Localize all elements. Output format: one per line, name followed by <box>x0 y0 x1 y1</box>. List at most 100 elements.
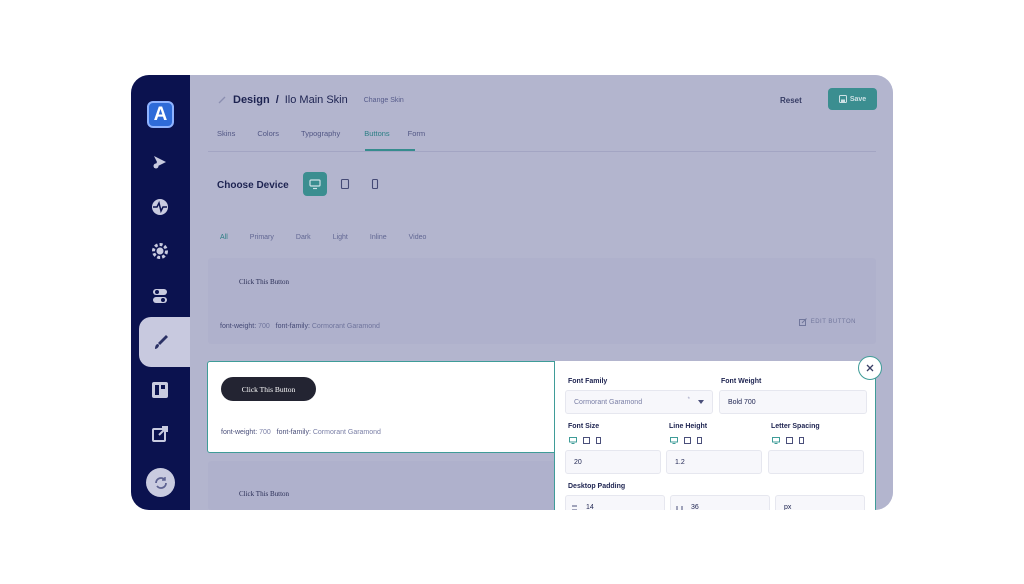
desktop-icon <box>309 179 321 190</box>
close-icon <box>866 364 874 372</box>
line-height-label: Line Height <box>669 423 708 430</box>
tab-buttons[interactable]: Buttons <box>364 129 389 138</box>
padding-vertical-value: 14 <box>586 503 594 511</box>
tab-colors[interactable]: Colors <box>257 129 279 138</box>
font-size-value: 20 <box>574 458 582 466</box>
meta-family-label: font-family: <box>275 323 310 330</box>
device-desktop-button[interactable] <box>303 172 327 196</box>
sidebar-item-toggles[interactable] <box>145 281 175 311</box>
filter-primary[interactable]: Primary <box>250 234 274 241</box>
desktop-padding-label: Desktop Padding <box>568 483 626 490</box>
font-size-input[interactable]: 20 <box>565 450 661 474</box>
button-meta: font-weight: 700 font-family: Cormorant … <box>221 429 381 436</box>
meta-family-value: Cormorant Garamond <box>311 323 380 330</box>
mobile-icon[interactable] <box>799 437 804 444</box>
pulse-icon <box>152 199 168 215</box>
sidebar-item-refresh[interactable] <box>146 468 175 497</box>
sidebar-item-design[interactable] <box>146 327 176 357</box>
sidebar-item-settings[interactable] <box>145 236 175 266</box>
vertical-padding-icon <box>572 505 577 510</box>
button-card[interactable]: Click This Button font-weight: 700 font-… <box>208 258 876 344</box>
font-size-device-toggle <box>569 437 601 444</box>
filter-video[interactable]: Video <box>409 234 427 241</box>
sidebar: A <box>131 75 191 510</box>
meta-family-value: Cormorant Garamond <box>312 429 381 436</box>
refresh-icon <box>154 476 167 489</box>
meta-family-label: font-family: <box>276 429 311 436</box>
tab-form[interactable]: Form <box>408 129 426 138</box>
close-panel-button[interactable] <box>858 356 882 380</box>
font-weight-select[interactable]: Bold 700 <box>719 390 867 414</box>
font-family-label: Font Family <box>568 378 608 385</box>
breadcrumb-separator: / <box>275 94 279 106</box>
letter-spacing-input[interactable] <box>768 450 864 474</box>
layout-icon <box>152 382 168 398</box>
button-meta: font-weight: 700 font-family: Cormorant … <box>220 323 380 330</box>
breadcrumb-design[interactable]: Design <box>233 94 270 106</box>
edit-label: EDIT BUTTON <box>810 319 856 325</box>
desktop-icon[interactable] <box>569 437 577 444</box>
sidebar-item-export[interactable] <box>145 419 175 449</box>
button-preview-dark[interactable]: Click This Button <box>221 377 316 401</box>
pencil-icon <box>218 96 226 104</box>
tablet-icon[interactable] <box>684 437 691 444</box>
font-family-value: Cormorant Garamond <box>574 398 643 406</box>
filter-light[interactable]: Light <box>333 234 348 241</box>
padding-unit-select[interactable]: px <box>775 495 865 510</box>
meta-weight-value: 700 <box>259 429 271 436</box>
reset-button[interactable]: Reset <box>780 96 802 105</box>
desktop-icon[interactable] <box>772 437 780 444</box>
button-preview[interactable]: Click This Button <box>239 490 289 498</box>
button-preview[interactable]: Click This Button <box>239 278 289 286</box>
device-tablet-button[interactable] <box>333 172 357 196</box>
device-mobile-button[interactable] <box>363 172 387 196</box>
padding-horizontal-input[interactable]: 36 <box>670 495 770 510</box>
save-label: Save <box>849 95 867 103</box>
app-window: A Design / Ilo Main Skin Change Skin Res… <box>131 75 893 510</box>
mobile-icon[interactable] <box>596 437 601 444</box>
filter-all[interactable]: All <box>220 234 228 241</box>
filter-inline[interactable]: Inline <box>370 234 387 241</box>
mobile-icon[interactable] <box>697 437 702 444</box>
change-skin-link[interactable]: Change Skin <box>364 97 404 104</box>
button-settings-panel: Font Family Cormorant Garamond * Font We… <box>554 361 876 510</box>
required-marker: * <box>687 397 690 403</box>
sidebar-item-analytics[interactable] <box>145 192 175 222</box>
gear-icon <box>152 243 168 259</box>
padding-vertical-input[interactable]: 14 <box>565 495 665 510</box>
desktop-icon[interactable] <box>670 437 678 444</box>
tablet-icon[interactable] <box>786 437 793 444</box>
horizontal-padding-icon <box>676 506 683 510</box>
tab-typography[interactable]: Typography <box>301 129 340 138</box>
meta-weight-value: 700 <box>258 323 270 330</box>
toggle-icon <box>153 289 167 303</box>
brush-icon <box>155 335 168 349</box>
edit-button[interactable]: EDIT BUTTON <box>798 318 856 326</box>
breadcrumb-skin: Ilo Main Skin <box>284 94 348 106</box>
font-size-label: Font Size <box>568 423 600 430</box>
meta-weight-label: font-weight: <box>221 429 258 436</box>
line-height-input[interactable]: 1.2 <box>666 450 762 474</box>
tablet-icon[interactable] <box>583 437 590 444</box>
save-button[interactable]: Save <box>828 88 877 110</box>
padding-horizontal-value: 36 <box>691 503 699 511</box>
letter-spacing-label: Letter Spacing <box>771 423 820 430</box>
external-link-icon <box>152 426 168 442</box>
button-filter-bar: All Primary Dark Light Inline Video <box>220 234 426 241</box>
tab-divider <box>208 151 876 152</box>
sidebar-item-layout[interactable] <box>145 375 175 405</box>
app-logo[interactable]: A <box>147 101 174 128</box>
edit-icon <box>798 318 807 326</box>
tablet-icon <box>340 178 350 190</box>
filter-dark[interactable]: Dark <box>296 234 311 241</box>
tab-skins[interactable]: Skins <box>217 129 235 138</box>
button-card[interactable]: Click This Button <box>208 461 558 510</box>
line-height-value: 1.2 <box>675 458 685 466</box>
font-family-select[interactable]: Cormorant Garamond * <box>565 390 713 414</box>
breadcrumb: Design / Ilo Main Skin Change Skin <box>217 94 404 106</box>
choose-device-label: Choose Device <box>217 180 289 191</box>
font-weight-value: Bold 700 <box>728 398 756 406</box>
letter-spacing-device-toggle <box>772 437 804 444</box>
sidebar-item-launch[interactable] <box>145 147 175 177</box>
tab-active-underline <box>365 149 415 151</box>
